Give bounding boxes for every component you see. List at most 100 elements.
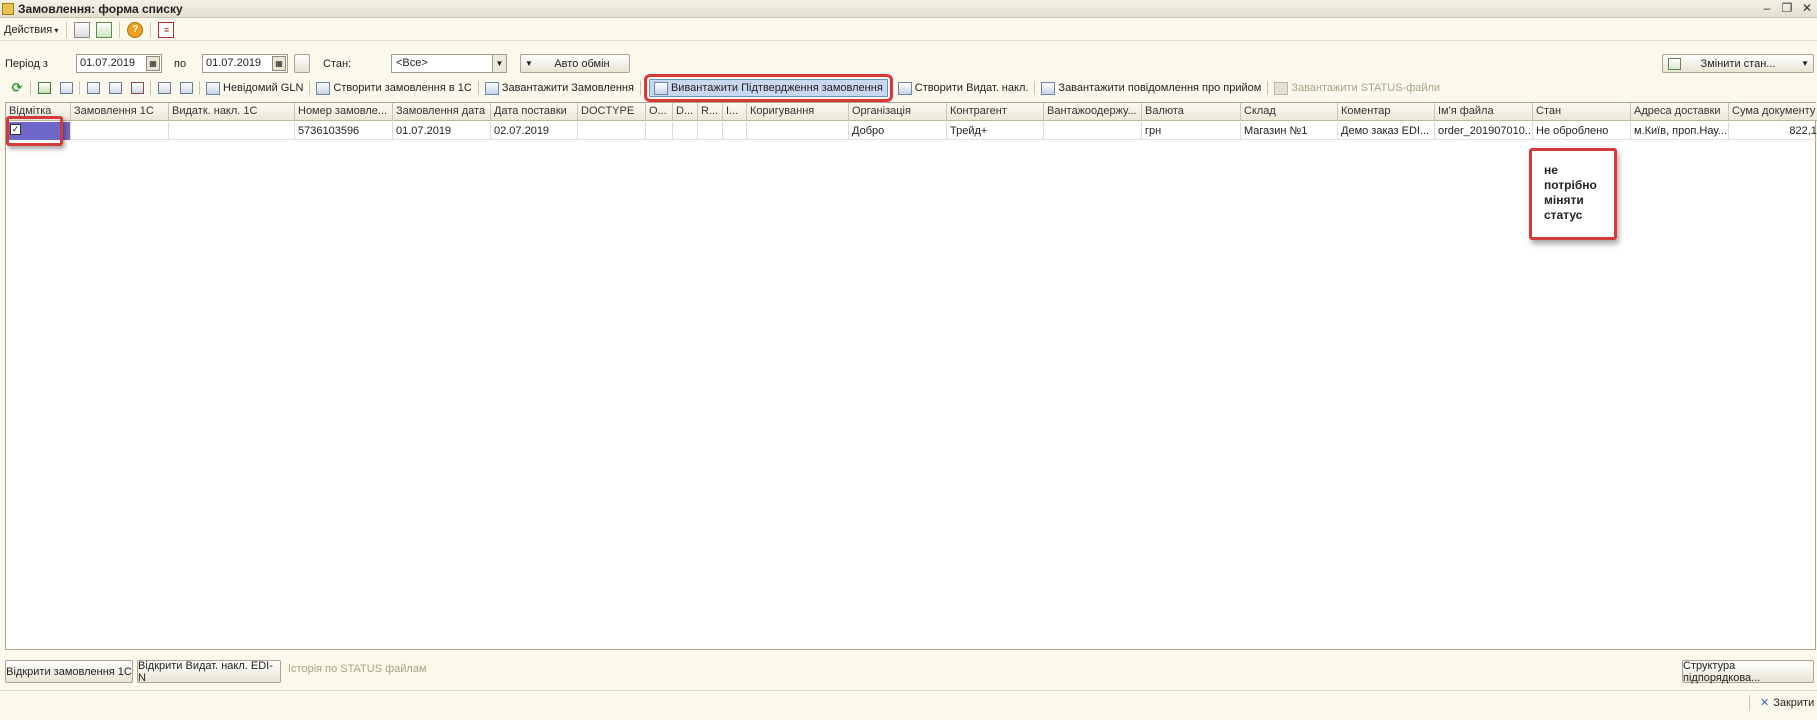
column-header[interactable]: Організація [849,103,947,121]
toolbar-separator [30,81,31,95]
table-cell[interactable] [646,122,673,140]
export-confirmation-icon [653,81,668,95]
table-cell[interactable]: 5736103596 [295,122,393,140]
create-order-icon [316,81,331,95]
load-status-files-button[interactable]: Завантажити STATUS-файли [1270,79,1444,97]
table-cell[interactable]: Добро [849,122,947,140]
column-header[interactable]: Видатк. накл. 1С [169,103,295,121]
export-confirmation-button[interactable]: Вивантажити Підтвердження замовлення [643,74,893,102]
restore-icon[interactable]: ❐ [1779,1,1795,16]
table-cell[interactable] [1044,122,1142,140]
table-cell[interactable]: 822,18 [1729,122,1817,140]
table-cell[interactable]: м.Київ, проп.Нау... [1631,122,1729,140]
copy-icon[interactable] [57,80,75,96]
column-header[interactable]: Склад [1241,103,1338,121]
create-invoice-button[interactable]: Створити Видат. накл. [894,79,1033,97]
load-orders-button[interactable]: Завантажити Замовлення [481,79,638,97]
window-title: Замовлення: форма списку [18,1,183,16]
column-header[interactable]: Коригування [747,103,849,121]
filter-icon[interactable] [84,80,102,96]
auto-exchange-button[interactable]: ▼ Авто обмін [520,54,630,73]
chevron-down-icon[interactable]: ▼ [492,55,506,72]
table-cell[interactable]: Трейд+ [947,122,1044,140]
unknown-gln-button[interactable]: Невідомий GLN [202,79,307,97]
column-header[interactable]: Адреса доставки [1631,103,1729,121]
column-header[interactable]: Вантажоодержу... [1044,103,1142,121]
close-window-icon[interactable]: ✕ [1799,1,1815,16]
table-cell[interactable] [723,122,747,140]
table-cell[interactable] [71,122,169,140]
column-header[interactable]: Замовлення 1С [71,103,169,121]
column-header[interactable]: Стан [1533,103,1631,121]
column-header[interactable]: Валюта [1142,103,1241,121]
period-from-label: Період з [5,58,48,70]
change-state-button[interactable]: Змінити стан... ▼ [1662,54,1814,73]
state-select[interactable]: <Все> ▼ [391,54,507,73]
filter-by-value-icon[interactable] [106,80,124,96]
refresh-icon[interactable]: ⟳ [8,80,26,96]
table-cell[interactable]: Не оброблено [1533,122,1631,140]
column-header[interactable]: R... [698,103,723,121]
open-order-1c-button[interactable]: Відкрити замовлення 1С [5,660,133,683]
column-header[interactable]: Номер замовле... [295,103,393,121]
report-icon[interactable]: ≡ [158,21,175,38]
table-cell[interactable] [169,122,295,140]
table-cell[interactable]: order_201907010... [1435,122,1533,140]
create-invoice-icon [897,81,912,95]
table-cell[interactable]: грн [1142,122,1241,140]
create-order-1c-label: Створити замовлення в 1С [333,82,472,94]
table-cell[interactable]: 02.07.2019 [491,122,578,140]
status-history-link[interactable]: Історія по STATUS файлам [288,663,427,675]
structure-button[interactable]: Структура підпорядкова... [1682,660,1814,684]
column-header[interactable]: Дата поставки [491,103,578,121]
column-header[interactable]: Ім'я файла [1435,103,1533,121]
column-header[interactable]: D... [673,103,698,121]
toolbar-separator [79,81,80,95]
load-receipt-notice-button[interactable]: Завантажити повідомлення про прийом [1037,79,1265,97]
calendar-icon[interactable]: ▦ [146,56,160,71]
app-icon [2,2,14,15]
window-controls: – ❐ ✕ [1759,1,1815,16]
table-cell[interactable]: Магазин №1 [1241,122,1338,140]
open-invoice-button[interactable]: Відкрити Видат. накл. EDI-N [137,660,281,684]
table-cell[interactable] [673,122,698,140]
create-order-1c-button[interactable]: Створити замовлення в 1С [312,79,475,97]
export-confirmation-label: Вивантажити Підтвердження замовлення [670,82,883,94]
menu-separator [119,21,121,38]
document-icon[interactable] [74,21,91,38]
edit-icon[interactable] [35,80,53,96]
grid-toolbar: ⟳ Невідомий GLN Створити замовлення в 1С… [0,74,1817,102]
clear-filter-icon[interactable] [128,80,146,96]
table-cell[interactable]: Демо заказ EDI... [1338,122,1435,140]
print-icon[interactable] [177,80,195,96]
date-from-input[interactable]: 01.07.2019 ▦ [76,54,162,73]
calendar-icon[interactable]: ▦ [272,56,286,71]
column-header[interactable]: Сума документу [1729,103,1817,121]
load-status-icon [1274,81,1289,95]
table-cell[interactable] [747,122,849,140]
column-header[interactable]: О... [646,103,673,121]
column-header[interactable]: Коментар [1338,103,1435,121]
close-button[interactable]: ✕ Закрити [1760,696,1814,710]
help-icon[interactable]: ? [127,21,144,38]
grid-header: Відмітка Замовлення 1С Видатк. накл. 1С Ном… [6,103,1817,121]
column-header[interactable]: I... [723,103,747,121]
period-select-button[interactable] [294,54,310,73]
load-receipt-icon [1041,81,1056,95]
bottom-bar: Відкрити замовлення 1С Відкрити Видат. н… [0,658,1817,684]
column-header[interactable]: DOCTYPE [578,103,646,121]
actions-menu[interactable]: Действия [0,24,62,36]
auto-exchange-label: Авто обмін [554,57,610,70]
export-doc-icon[interactable] [96,21,113,38]
menubar: Действия ? ≡ [0,19,1817,41]
table-cell[interactable] [698,122,723,140]
table-row[interactable]: ✓ 5736103596 01.07.2019 02.07.2019 Добро Трей… [6,122,1817,140]
column-header[interactable]: Замовлення дата [393,103,491,121]
table-cell[interactable] [578,122,646,140]
table-cell[interactable]: 01.07.2019 [393,122,491,140]
select-all-icon[interactable] [155,80,173,96]
callout-line: статус [1544,208,1583,222]
date-to-input[interactable]: 01.07.2019 ▦ [202,54,288,73]
minimize-icon[interactable]: – [1759,1,1775,16]
column-header[interactable]: Контрагент [947,103,1044,121]
